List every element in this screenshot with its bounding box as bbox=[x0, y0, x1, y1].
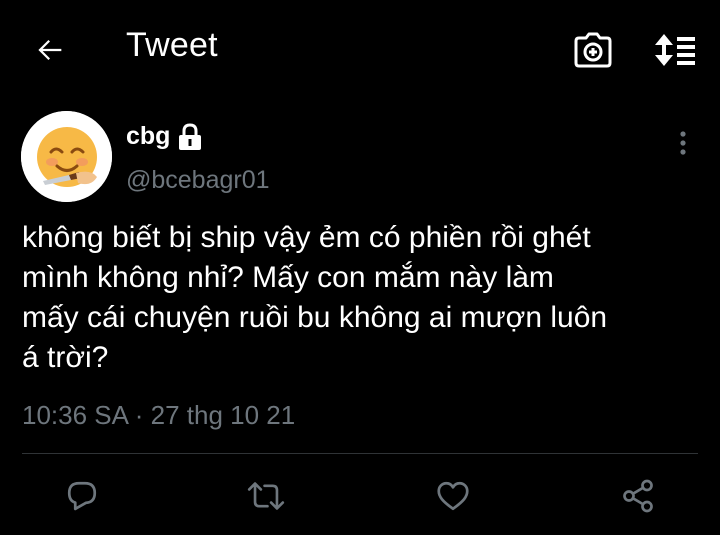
camera-plus-icon bbox=[574, 32, 612, 68]
reply-icon bbox=[67, 481, 97, 511]
retweet-button[interactable] bbox=[244, 474, 288, 518]
divider bbox=[22, 453, 698, 454]
smiling-face-with-knife-emoji bbox=[21, 111, 112, 202]
page-title: Tweet bbox=[126, 26, 218, 64]
share-icon bbox=[623, 479, 653, 513]
back-button[interactable] bbox=[30, 30, 70, 70]
share-button[interactable] bbox=[616, 474, 660, 518]
like-button[interactable] bbox=[431, 474, 475, 518]
heart-icon bbox=[437, 481, 469, 511]
avatar[interactable] bbox=[21, 111, 112, 202]
top-app-bar: Tweet bbox=[0, 0, 720, 98]
retweet-icon bbox=[247, 482, 285, 510]
more-options-button[interactable] bbox=[668, 126, 698, 160]
sort-arrows-icon bbox=[655, 34, 695, 66]
reply-button[interactable] bbox=[60, 474, 104, 518]
display-name[interactable]: cbg bbox=[126, 122, 170, 151]
camera-button[interactable] bbox=[572, 30, 614, 70]
tweet-text: không biết bị ship vậy ẻm có phiền rồi g… bbox=[22, 221, 608, 374]
arrow-left-icon bbox=[38, 39, 62, 61]
user-handle[interactable]: @bcebagr01 bbox=[126, 166, 270, 195]
more-vertical-icon bbox=[680, 131, 686, 155]
lock-icon bbox=[176, 123, 204, 151]
tweet-timestamp: 10:36 SA · 27 thg 10 21 bbox=[22, 400, 296, 430]
sort-button[interactable] bbox=[652, 30, 698, 70]
